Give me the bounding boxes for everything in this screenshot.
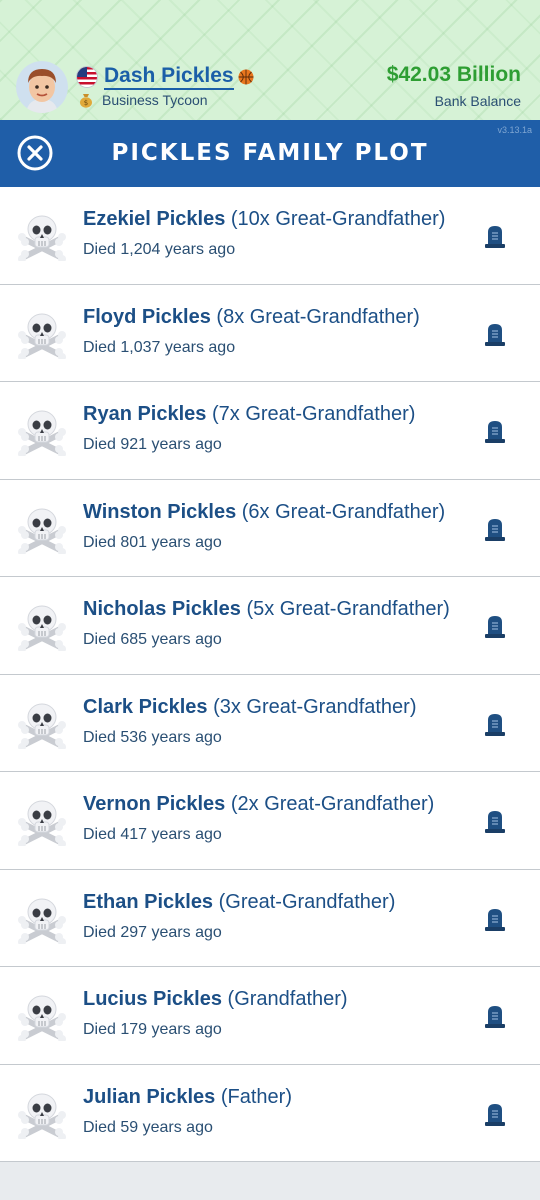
- relative-heading: Lucius Pickles (Grandfather): [83, 988, 348, 1011]
- bank-balance: $42.03 Billion: [386, 63, 521, 86]
- relative-death-info: Died 417 years ago: [83, 826, 222, 843]
- relative-death-info: Died 1,204 years ago: [83, 241, 236, 258]
- relative-death-info: Died 536 years ago: [83, 728, 222, 746]
- relative-heading: Vernon Pickles (2x Great-Grandfather): [83, 793, 434, 816]
- relative-heading: Ethan Pickles (Great-Grandfather): [83, 891, 395, 914]
- skull-crossbones-icon: [16, 892, 68, 946]
- family-plot-list: Ezekiel Pickles (10x Great-Grandfather) …: [0, 187, 540, 1162]
- relative-relation: (Great-Grandfather): [218, 890, 396, 913]
- skull-crossbones-icon: [16, 307, 68, 361]
- headstone-icon[interactable]: [482, 1101, 508, 1127]
- relative-name: Floyd Pickles: [83, 305, 211, 328]
- headstone-icon[interactable]: [482, 711, 508, 737]
- list-item[interactable]: Nicholas Pickles (5x Great-Grandfather) …: [0, 577, 540, 675]
- relative-relation: (8x Great-Grandfather): [216, 305, 420, 328]
- relative-relation: (7x Great-Grandfather): [211, 403, 416, 425]
- relative-name: Vernon Pickles: [83, 793, 226, 815]
- skull-crossbones-icon: [16, 989, 68, 1043]
- skull-crossbones-icon: [16, 794, 68, 848]
- skull-crossbones-icon: [16, 1087, 68, 1141]
- relative-heading: Ryan Pickles (7x Great-Grandfather): [83, 403, 415, 426]
- relative-heading: Julian Pickles (Father): [83, 1086, 292, 1109]
- money-bag-icon: $: [78, 92, 94, 108]
- skull-crossbones-icon: [16, 502, 68, 556]
- relative-name: Nicholas Pickles: [83, 598, 241, 620]
- headstone-icon[interactable]: [482, 321, 508, 347]
- relative-death-info: Died 59 years ago: [83, 1118, 213, 1136]
- svg-text:$: $: [84, 99, 88, 107]
- headstone-icon[interactable]: [482, 1003, 508, 1029]
- headstone-icon[interactable]: [482, 223, 508, 249]
- profile-header: Dash Pickles $ Business Tycoon $42.03 Bi…: [0, 0, 540, 120]
- relative-death-info: Died 1,037 years ago: [83, 338, 236, 356]
- list-item[interactable]: Clark Pickles (3x Great-Grandfather) Die…: [0, 674, 540, 772]
- list-item[interactable]: Julian Pickles (Father) Died 59 years ag…: [0, 1064, 540, 1162]
- relative-heading: Clark Pickles (3x Great-Grandfather): [83, 696, 417, 719]
- relative-death-info: Died 801 years ago: [83, 533, 222, 551]
- list-item[interactable]: Vernon Pickles (2x Great-Grandfather) Di…: [0, 772, 540, 870]
- list-item[interactable]: Lucius Pickles (Grandfather) Died 179 ye…: [0, 967, 540, 1065]
- relative-relation: (10x Great-Grandfather): [230, 208, 446, 230]
- headstone-icon[interactable]: [482, 808, 508, 834]
- headstone-icon[interactable]: [482, 516, 508, 542]
- relative-name: Clark Pickles: [83, 695, 208, 718]
- relative-name: Lucius Pickles: [83, 988, 222, 1010]
- page-title: PICKLES FAMILY PLOT: [111, 140, 429, 166]
- basketball-icon: [238, 69, 254, 85]
- player-title-row: $ Business Tycoon: [78, 92, 208, 108]
- player-title: Business Tycoon: [102, 92, 208, 108]
- headstone-icon[interactable]: [482, 418, 508, 444]
- list-item[interactable]: Ethan Pickles (Great-Grandfather) Died 2…: [0, 869, 540, 967]
- relative-heading: Nicholas Pickles (5x Great-Grandfather): [83, 598, 450, 621]
- relative-relation: (3x Great-Grandfather): [213, 695, 417, 718]
- relative-relation: (2x Great-Grandfather): [230, 793, 435, 815]
- relative-name: Winston Pickles: [83, 500, 237, 523]
- player-name[interactable]: Dash Pickles: [104, 64, 234, 90]
- skull-crossbones-icon: [16, 209, 68, 263]
- skull-crossbones-icon: [16, 599, 68, 653]
- relative-heading: Floyd Pickles (8x Great-Grandfather): [83, 306, 420, 329]
- list-item[interactable]: Floyd Pickles (8x Great-Grandfather) Die…: [0, 284, 540, 382]
- relative-relation: (6x Great-Grandfather): [241, 500, 446, 523]
- relative-death-info: Died 297 years ago: [83, 923, 222, 941]
- version-label: v3.13.1a: [497, 125, 532, 135]
- list-item[interactable]: Ezekiel Pickles (10x Great-Grandfather) …: [0, 187, 540, 285]
- player-name-row[interactable]: Dash Pickles: [76, 64, 254, 90]
- relative-relation: (Father): [220, 1085, 292, 1108]
- title-bar: PICKLES FAMILY PLOT v3.13.1a: [0, 120, 540, 187]
- relative-relation: (Grandfather): [227, 988, 348, 1010]
- headstone-icon[interactable]: [482, 613, 508, 639]
- us-flag-icon: [76, 66, 98, 88]
- relative-death-info: Died 921 years ago: [83, 436, 222, 453]
- bank-balance-label: Bank Balance: [434, 93, 521, 109]
- list-item[interactable]: Ryan Pickles (7x Great-Grandfather) Died…: [0, 382, 540, 480]
- relative-relation: (5x Great-Grandfather): [246, 598, 450, 620]
- relative-death-info: Died 179 years ago: [83, 1021, 222, 1038]
- relative-name: Julian Pickles: [83, 1085, 216, 1108]
- skull-crossbones-icon: [16, 404, 68, 458]
- relative-heading: Ezekiel Pickles (10x Great-Grandfather): [83, 208, 445, 231]
- relative-heading: Winston Pickles (6x Great-Grandfather): [83, 501, 445, 524]
- relative-name: Ethan Pickles: [83, 890, 214, 913]
- headstone-icon[interactable]: [482, 906, 508, 932]
- relative-name: Ezekiel Pickles: [83, 208, 226, 230]
- relative-death-info: Died 685 years ago: [83, 631, 222, 648]
- list-item[interactable]: Winston Pickles (6x Great-Grandfather) D…: [0, 479, 540, 577]
- relative-name: Ryan Pickles: [83, 403, 207, 425]
- avatar[interactable]: [16, 61, 68, 113]
- skull-crossbones-icon: [16, 697, 68, 751]
